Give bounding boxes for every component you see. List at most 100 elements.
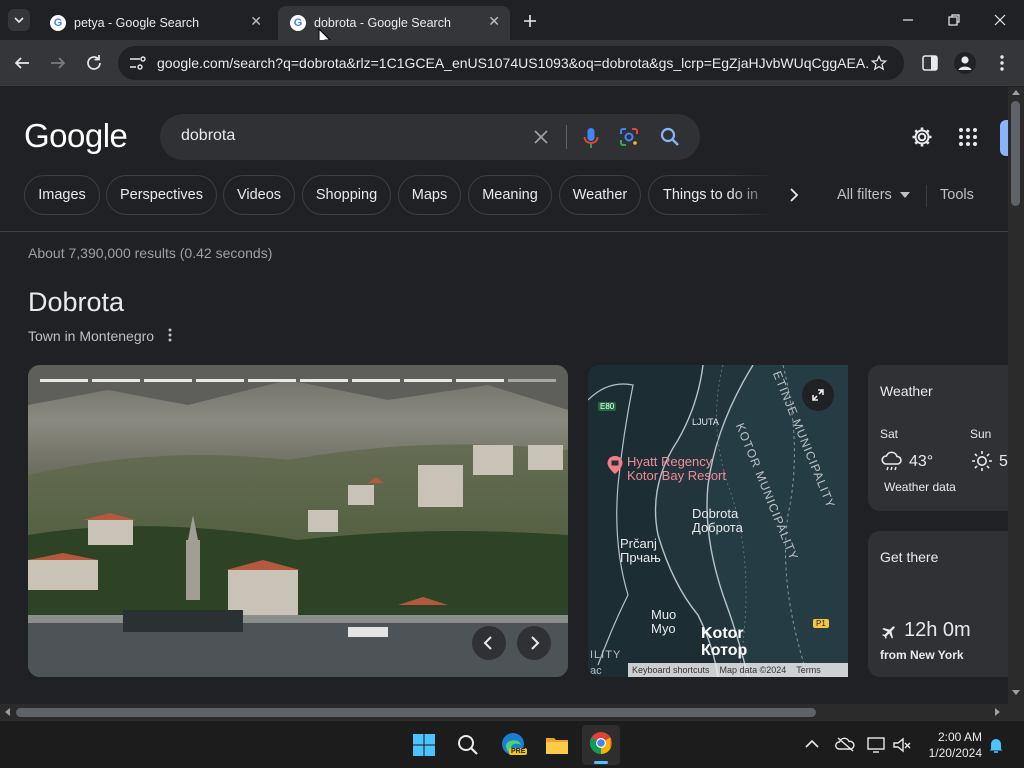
- profile-button[interactable]: [954, 52, 976, 74]
- volume-muted-icon[interactable]: [892, 736, 912, 754]
- tab-strip: G petya - Google Search ✕ G dobrota - Go…: [0, 0, 1024, 40]
- search-icon[interactable]: [659, 126, 681, 148]
- photo-next-button[interactable]: [517, 626, 551, 660]
- search-input[interactable]: dobrota: [181, 127, 235, 145]
- scroll-left-icon[interactable]: [4, 708, 10, 716]
- network-icon[interactable]: [866, 736, 886, 754]
- terms-link[interactable]: Terms: [796, 665, 821, 675]
- close-icon[interactable]: ✕: [488, 13, 500, 30]
- clock[interactable]: 2:00 AM 1/20/2024: [918, 729, 982, 761]
- file-explorer-button[interactable]: [544, 732, 570, 758]
- onedrive-offline-icon[interactable]: [835, 736, 855, 752]
- hotel-label[interactable]: Hyatt Regency Kotor Bay Resort: [627, 455, 726, 483]
- entity-photo[interactable]: [28, 365, 568, 677]
- weather-source[interactable]: Weather data: [884, 480, 956, 494]
- chip-meaning[interactable]: Meaning: [468, 175, 552, 215]
- chevron-left-icon: [483, 636, 492, 650]
- chip-weather[interactable]: Weather: [559, 175, 641, 215]
- map-expand-button[interactable]: [802, 379, 834, 411]
- chrome-taskbar-button[interactable]: [582, 725, 620, 765]
- google-logo[interactable]: Google: [24, 117, 128, 155]
- chevron-right-icon: [531, 636, 540, 650]
- person-icon: [958, 56, 972, 70]
- bookmark-star-icon[interactable]: [870, 54, 888, 72]
- notification-bell-icon[interactable]: [988, 736, 1004, 754]
- scroll-down-icon[interactable]: [1012, 690, 1020, 696]
- city-label: Kotor Котор: [701, 625, 747, 659]
- site-info-icon[interactable]: [128, 55, 146, 71]
- town-label: Prčanj Прчањ: [620, 537, 661, 565]
- taskbar-search-button[interactable]: [456, 733, 480, 757]
- map-pin-icon[interactable]: [606, 455, 624, 475]
- chip-images[interactable]: Images: [24, 175, 100, 215]
- minimize-button[interactable]: [898, 10, 918, 30]
- browser-menu-button[interactable]: [994, 53, 1010, 73]
- clear-icon[interactable]: [532, 128, 550, 146]
- windows-taskbar: PRE 2:00 AM 1/20/2024: [0, 720, 1024, 768]
- folder-icon: [546, 738, 568, 754]
- sun-icon: [972, 451, 992, 471]
- vertical-scroll-thumb[interactable]: [1011, 101, 1020, 206]
- photo-prev-button[interactable]: [472, 626, 506, 660]
- new-tab-button[interactable]: [518, 9, 542, 33]
- get-there-card[interactable]: Get there 12h 0m from New York: [868, 531, 1008, 677]
- window-close-button[interactable]: [990, 10, 1010, 30]
- tray-overflow-chevron-icon[interactable]: [805, 739, 819, 749]
- chevron-right-icon[interactable]: [784, 185, 804, 205]
- map-edge-label: ac: [590, 665, 602, 677]
- chip-perspectives[interactable]: Perspectives: [106, 175, 217, 215]
- horizontal-scrollbar[interactable]: [0, 704, 1008, 720]
- edge-browser-button[interactable]: PRE: [500, 731, 528, 759]
- reload-button[interactable]: [82, 51, 106, 75]
- tab-petya[interactable]: G petya - Google Search ✕: [38, 6, 272, 40]
- scroll-up-icon[interactable]: [1012, 89, 1020, 95]
- browser-toolbar: google.com/search?q=dobrota&rlz=1C1GCEA_…: [0, 40, 1024, 86]
- back-button[interactable]: [10, 51, 34, 75]
- tab-dobrota[interactable]: G dobrota - Google Search ✕: [278, 6, 510, 40]
- sign-in-button[interactable]: [1000, 120, 1008, 156]
- more-options-icon[interactable]: [164, 327, 176, 343]
- tools-button[interactable]: Tools: [940, 187, 974, 203]
- tab-title: petya - Google Search: [74, 16, 200, 30]
- google-apps-icon[interactable]: [958, 127, 978, 147]
- tab-search-button[interactable]: [8, 9, 30, 31]
- close-icon[interactable]: ✕: [250, 13, 262, 30]
- windows-logo-icon: [413, 734, 435, 756]
- cloud-rain-icon: [881, 451, 902, 471]
- town-name: Prčanj: [620, 536, 657, 551]
- search-box[interactable]: dobrota: [160, 114, 700, 160]
- keyboard-shortcuts-link[interactable]: Keyboard shortcuts: [632, 665, 710, 675]
- caret-down-icon: [899, 192, 910, 198]
- reload-icon: [87, 55, 101, 70]
- horizontal-scroll-thumb[interactable]: [16, 708, 816, 717]
- url-text: google.com/search?q=dobrota&rlz=1C1GCEA_…: [157, 55, 869, 71]
- more-vertical-icon: [1000, 55, 1004, 71]
- all-filters-button[interactable]: All filters: [837, 187, 910, 203]
- settings-gear-icon[interactable]: [910, 125, 934, 149]
- map-attribution-bar: Keyboard shortcuts Map data ©2024 Terms: [628, 663, 848, 677]
- lens-camera-icon[interactable]: [618, 126, 640, 148]
- hotel-name-line1: Hyatt Regency: [627, 454, 713, 469]
- airplane-icon: [882, 626, 895, 639]
- restore-button[interactable]: [944, 10, 964, 30]
- microphone-icon[interactable]: [580, 126, 602, 150]
- scroll-right-icon[interactable]: [995, 708, 1001, 716]
- chip-shopping[interactable]: Shopping: [302, 175, 391, 215]
- address-bar[interactable]: google.com/search?q=dobrota&rlz=1C1GCEA_…: [118, 46, 904, 80]
- edge-preview-badge: PRE: [509, 748, 528, 755]
- chip-maps[interactable]: Maps: [398, 175, 461, 215]
- map-road-label: P1: [813, 619, 829, 628]
- forward-button[interactable]: [46, 51, 70, 75]
- location-map[interactable]: E80 LJUTA Hyatt Regency Kotor Bay Resort…: [588, 365, 848, 677]
- get-there-title: Get there: [880, 549, 939, 565]
- plus-icon: [524, 15, 536, 27]
- vertical-scrollbar[interactable]: [1008, 87, 1024, 704]
- start-button[interactable]: [412, 733, 436, 757]
- chip-videos[interactable]: Videos: [223, 175, 295, 215]
- side-panel-button[interactable]: [920, 53, 940, 73]
- scrollbar-corner: [1008, 704, 1024, 720]
- weather-card[interactable]: Weather Sat Sun 43° 5 Weather data: [868, 365, 1008, 511]
- map-edge-label: ILITY: [590, 649, 622, 661]
- weather-temp: 43°: [909, 453, 934, 470]
- city-name: Kotor: [701, 625, 744, 642]
